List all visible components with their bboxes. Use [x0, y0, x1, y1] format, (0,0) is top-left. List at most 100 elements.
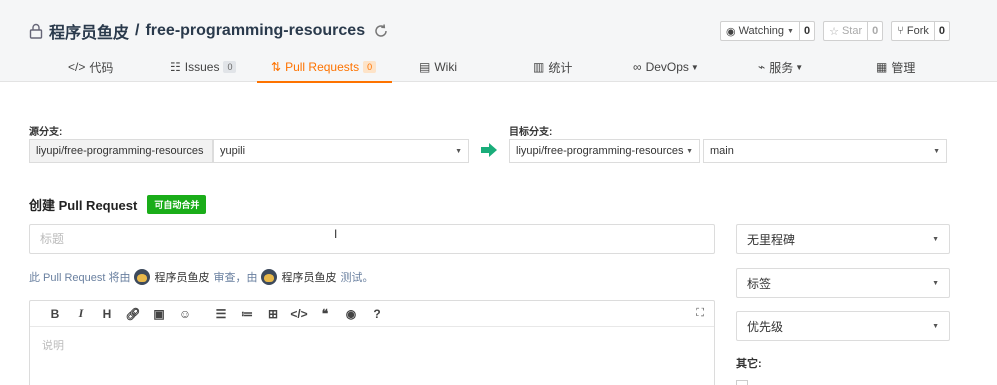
watch-button[interactable]: ◉ Watching ▼ 0 [719, 21, 816, 41]
tab-services[interactable]: ⌁ 服务 ▼ [758, 52, 803, 82]
tab-code[interactable]: </> 代码 [68, 52, 113, 82]
tab-devops-label: DevOps [645, 60, 689, 74]
pull-request-icon: ⇅ [271, 60, 282, 74]
preview-eye-icon[interactable]: ◉ [338, 307, 364, 321]
reviewer-avatar[interactable] [134, 269, 151, 285]
chevron-down-icon: ▼ [686, 147, 693, 155]
priority-select[interactable]: 优先级 ▼ [736, 311, 950, 341]
target-branch-row: liyupi/free-programming-resources ▼ main… [509, 139, 947, 163]
heading-button[interactable]: H [94, 307, 120, 321]
bold-button[interactable]: B [42, 307, 68, 321]
tab-manage-label: 管理 [891, 60, 916, 75]
numbered-list-icon[interactable]: ≔ [234, 307, 260, 321]
code-icon[interactable]: </> [286, 307, 312, 321]
quote-icon[interactable]: ❝ [312, 307, 338, 321]
repo-owner-link[interactable]: 程序员鱼皮 [49, 19, 129, 43]
sync-icon[interactable] [373, 23, 389, 39]
target-branch-label: 目标分支: [509, 127, 553, 138]
source-branch-select[interactable]: yupili ▼ [213, 139, 469, 163]
lock-icon [29, 23, 43, 39]
repo-name-link[interactable]: free-programming-resources [145, 22, 365, 40]
target-repo-select[interactable]: liyupi/free-programming-resources ▼ [509, 139, 700, 163]
tab-stats[interactable]: ▥ 统计 [533, 52, 572, 82]
labels-value: 标签 [747, 276, 772, 291]
chevron-down-icon: ▼ [795, 62, 804, 72]
bullet-list-icon[interactable]: ☰ [208, 307, 234, 321]
review-suffix: 测试。 [340, 272, 374, 284]
star-label: Star [841, 25, 863, 37]
table-icon[interactable]: ⊞ [260, 307, 286, 321]
repo-header: 程序员鱼皮 / free-programming-resources ◉ Watc… [0, 0, 997, 83]
italic-button[interactable]: I [68, 306, 94, 321]
chevron-down-icon: ▼ [690, 62, 699, 72]
reviewer-name[interactable]: 程序员鱼皮 [154, 269, 209, 285]
pulse-icon: ⌁ [758, 60, 766, 74]
description-placeholder[interactable]: 说明 [30, 327, 714, 363]
source-branch-label: 源分支: [29, 127, 63, 138]
tab-devops[interactable]: ∞ DevOps ▼ [633, 52, 699, 82]
target-repo-value: liyupi/free-programming-resources [516, 145, 684, 157]
pull-requests-count-badge: 0 [363, 61, 377, 73]
source-repo-select[interactable]: liyupi/free-programming-resources [29, 139, 213, 163]
repo-actions: ◉ Watching ▼ 0 ☆ Star 0 ⑂ Fork 0 [719, 21, 950, 41]
help-icon[interactable]: ? [364, 307, 390, 321]
link-icon[interactable]: 🔗︎ [120, 307, 146, 321]
star-count[interactable]: 0 [867, 22, 882, 40]
chevron-down-icon: ▼ [932, 279, 939, 287]
chevron-down-icon: ▼ [455, 147, 462, 155]
tab-code-label: 代码 [89, 60, 114, 75]
other-label: 其它: [736, 358, 762, 370]
auto-merge-badge: 可自动合并 [147, 195, 207, 214]
tester-name[interactable]: 程序员鱼皮 [281, 269, 336, 285]
repo-separator: / [135, 22, 140, 39]
tab-wiki-label: Wiki [434, 60, 458, 74]
infinity-icon: ∞ [633, 60, 642, 74]
review-prefix: 此 Pull Request 将由 [29, 272, 131, 284]
editor-toolbar: B I H 🔗︎ ▣ ☺ ☰ ≔ ⊞ </> ❝ ◉ ? ⛶ [30, 301, 714, 327]
book-icon: ▤ [419, 60, 431, 74]
repo-title: 程序员鱼皮 / free-programming-resources [29, 19, 389, 43]
watch-label: Watching [738, 25, 785, 37]
description-editor: B I H 🔗︎ ▣ ☺ ☰ ≔ ⊞ </> ❝ ◉ ? ⛶ 说明 [29, 300, 715, 385]
tab-issues[interactable]: ☷ Issues 0 [170, 52, 237, 82]
priority-value: 优先级 [747, 319, 784, 334]
labels-select[interactable]: 标签 ▼ [736, 268, 950, 298]
source-branch-row: liyupi/free-programming-resources yupili… [29, 139, 469, 163]
tab-pull-requests-label: Pull Requests [285, 60, 360, 74]
tab-wiki[interactable]: ▤ Wiki [419, 52, 457, 82]
milestone-value: 无里程碑 [747, 232, 796, 247]
tab-services-label: 服务 [769, 60, 794, 75]
watch-count[interactable]: 0 [798, 22, 814, 40]
chevron-down-icon: ▼ [933, 147, 940, 155]
create-pr-heading: 创建 Pull Request 可自动合并 [29, 195, 207, 214]
source-repo-value: liyupi/free-programming-resources [36, 145, 204, 157]
fullscreen-icon[interactable]: ⛶ [696, 307, 704, 320]
issues-icon: ☷ [170, 60, 181, 74]
emoji-icon[interactable]: ☺ [172, 307, 198, 321]
tester-avatar[interactable] [261, 269, 278, 285]
star-button[interactable]: ☆ Star 0 [823, 21, 884, 41]
settings-doc-icon: ▦ [876, 60, 888, 74]
bar-chart-icon: ▥ [533, 60, 545, 74]
target-branch-select[interactable]: main ▼ [703, 139, 947, 163]
eye-icon: ◉ [725, 25, 736, 38]
fork-button[interactable]: ⑂ Fork 0 [891, 21, 950, 41]
other-checkbox[interactable] [736, 380, 748, 385]
pr-title-input[interactable] [29, 224, 715, 254]
review-mid: 审查，由 [213, 272, 258, 284]
star-icon: ☆ [829, 25, 839, 38]
target-branch-value: main [710, 145, 734, 157]
fork-count[interactable]: 0 [933, 22, 949, 40]
tab-manage[interactable]: ▦ 管理 [876, 52, 915, 82]
issues-count-badge: 0 [223, 61, 237, 73]
tab-stats-label: 统计 [548, 60, 573, 75]
code-icon: </> [68, 60, 86, 74]
text-cursor-icon: I [334, 227, 338, 241]
fork-label: Fork [906, 25, 929, 37]
tab-issues-label: Issues [184, 60, 220, 74]
tab-pull-requests[interactable]: ⇅ Pull Requests 0 [256, 52, 393, 83]
image-icon[interactable]: ▣ [146, 307, 172, 321]
milestone-select[interactable]: 无里程碑 ▼ [736, 224, 950, 254]
source-branch-value: yupili [220, 145, 246, 157]
fork-icon: ⑂ [897, 25, 904, 37]
